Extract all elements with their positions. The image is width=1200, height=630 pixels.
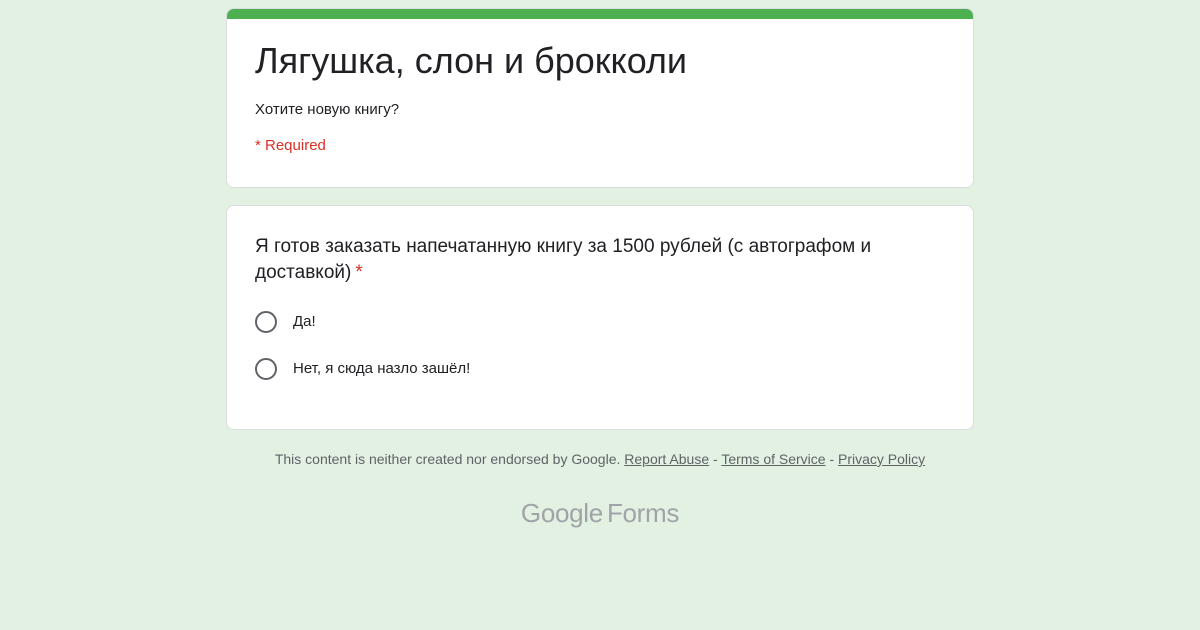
required-note: * Required bbox=[255, 137, 326, 154]
question-text: Я готов заказать напечатанную книгу за 1… bbox=[255, 236, 872, 283]
form-container: Лягушка, слон и брокколи Хотите новую кн… bbox=[226, 8, 974, 529]
footer-disclaimer: This content is neither created nor endo… bbox=[274, 451, 621, 467]
terms-of-service-link[interactable]: Terms of Service bbox=[721, 451, 825, 467]
radio-button-icon[interactable] bbox=[255, 358, 277, 380]
option-label: Нет, я сюда назло зашёл! bbox=[293, 360, 471, 377]
question-card: Я готов заказать напечатанную книгу за 1… bbox=[226, 205, 974, 430]
report-abuse-link[interactable]: Report Abuse bbox=[624, 451, 709, 467]
form-title: Лягушка, слон и брокколи bbox=[255, 40, 688, 81]
google-forms-logo[interactable]: Google Forms bbox=[226, 497, 974, 529]
required-asterisk: * bbox=[355, 262, 363, 283]
theme-accent-bar bbox=[227, 9, 973, 19]
privacy-policy-link[interactable]: Privacy Policy bbox=[838, 451, 925, 467]
question-title: Я готов заказать напечатанную книгу за 1… bbox=[255, 234, 945, 286]
logo-product: Forms bbox=[606, 498, 680, 528]
footer-separator: - bbox=[713, 451, 718, 467]
option-label: Да! bbox=[293, 313, 316, 330]
form-description: Хотите новую книгу? bbox=[255, 101, 400, 118]
radio-option-yes[interactable]: Да! bbox=[255, 310, 945, 334]
footer: This content is neither created nor endo… bbox=[226, 449, 974, 469]
radio-group: Да! Нет, я сюда назло зашёл! bbox=[255, 310, 945, 381]
radio-button-icon[interactable] bbox=[255, 311, 277, 333]
footer-separator: - bbox=[829, 451, 835, 467]
logo-brand: Google bbox=[520, 498, 603, 528]
radio-option-no[interactable]: Нет, я сюда назло зашёл! bbox=[255, 357, 945, 381]
form-header-card: Лягушка, слон и брокколи Хотите новую кн… bbox=[226, 8, 974, 188]
